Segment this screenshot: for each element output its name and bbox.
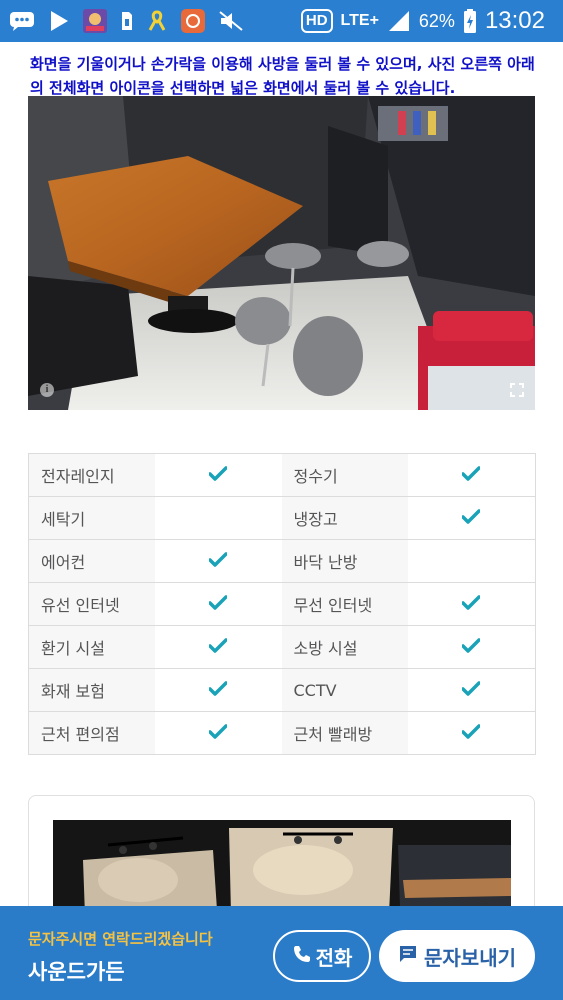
app-icon xyxy=(180,8,206,34)
checkmark-icon xyxy=(461,463,481,487)
amenity-check xyxy=(407,711,536,755)
bottom-contact-bar: 문자주시면 연락드리겠습니다 사운드가든 전화 문자보내기 xyxy=(0,906,563,1000)
business-name: 사운드가든 xyxy=(28,960,125,984)
amenity-row: 근처 편의점 근처 빨래방 xyxy=(28,711,536,755)
hd-voice-badge: HD xyxy=(300,9,333,33)
amenity-name: 근처 빨래방 xyxy=(281,711,408,755)
amenity-name: 냉장고 xyxy=(281,496,408,540)
amenity-name: 소방 시설 xyxy=(281,625,408,669)
amenity-check xyxy=(154,668,282,712)
panorama-viewer[interactable]: i xyxy=(28,96,535,410)
amenity-name: 세탁기 xyxy=(28,496,155,540)
info-icon[interactable]: i xyxy=(40,383,54,397)
amenity-row: 에어컨 바닥 난방 xyxy=(28,539,536,583)
amenity-name: 무선 인터넷 xyxy=(281,582,408,626)
network-type-label: LTE+ xyxy=(340,12,379,29)
amenity-check xyxy=(407,496,536,540)
checkmark-icon xyxy=(461,592,481,616)
amenity-name: CCTV xyxy=(281,668,408,712)
amenity-check xyxy=(407,668,536,712)
amenity-check xyxy=(407,453,536,497)
play-store-icon xyxy=(48,9,70,33)
status-bar-notifications xyxy=(8,4,244,38)
amenity-name: 화재 보험 xyxy=(28,668,155,712)
battery-charging-icon xyxy=(463,8,477,34)
amenity-row: 화재 보험 CCTV xyxy=(28,668,536,712)
sim-card-icon xyxy=(120,9,134,33)
amenity-name: 전자레인지 xyxy=(28,453,155,497)
amenity-check xyxy=(154,453,282,497)
checkmark-icon xyxy=(461,678,481,702)
amenity-name: 환기 시설 xyxy=(28,625,155,669)
panorama-instructions: 화면을 기울이거나 손가락을 이용해 사방을 둘러 볼 수 있으며, 사진 오른… xyxy=(30,55,535,97)
amenity-check xyxy=(154,496,282,540)
checkmark-icon xyxy=(461,721,481,745)
send-sms-button[interactable]: 문자보내기 xyxy=(379,930,535,982)
amenities-table: 전자레인지 정수기세탁기 냉장고에어컨 바닥 난방유선 인터넷 무선 인터넷환기 시설 소… xyxy=(28,453,536,755)
amenity-check xyxy=(407,582,536,626)
amenity-name: 바닥 난방 xyxy=(281,539,408,583)
checkmark-icon xyxy=(208,635,228,659)
game-app-icon xyxy=(82,8,108,34)
battery-percent: 62% xyxy=(418,10,455,31)
checkmark-icon xyxy=(461,506,481,530)
call-button[interactable]: 전화 xyxy=(273,930,371,982)
amenity-check xyxy=(154,711,282,755)
checkmark-icon xyxy=(208,592,228,616)
contact-subtitle: 문자주시면 연락드리겠습니다 xyxy=(28,930,213,948)
amenity-check xyxy=(407,539,536,583)
panorama-image xyxy=(28,96,535,410)
amenity-row: 세탁기 냉장고 xyxy=(28,496,536,540)
amenity-check xyxy=(407,625,536,669)
clock: 13:02 xyxy=(484,7,545,34)
checkmark-icon xyxy=(208,549,228,573)
send-sms-label: 문자보내기 xyxy=(424,945,516,970)
status-bar: HD LTE+ 62% 13:02 xyxy=(0,0,563,42)
amenity-check xyxy=(154,539,282,583)
call-button-label: 전화 xyxy=(315,945,353,970)
amenity-row: 전자레인지 정수기 xyxy=(28,453,536,497)
mute-icon xyxy=(218,10,244,32)
amenity-name: 유선 인터넷 xyxy=(28,582,155,626)
checkmark-icon xyxy=(208,721,228,745)
checkmark-icon xyxy=(461,635,481,659)
checkmark-icon xyxy=(208,678,228,702)
signal-icon xyxy=(387,9,411,33)
amenity-check xyxy=(154,625,282,669)
amenity-check xyxy=(154,582,282,626)
amenity-row: 유선 인터넷 무선 인터넷 xyxy=(28,582,536,626)
amenity-row: 환기 시설 소방 시설 xyxy=(28,625,536,669)
checkmark-icon xyxy=(208,463,228,487)
fullscreen-icon[interactable] xyxy=(509,382,525,398)
status-bar-system: HD LTE+ 62% 13:02 xyxy=(300,4,545,38)
amenity-name: 근처 편의점 xyxy=(28,711,155,755)
phone-icon xyxy=(292,944,312,969)
amenity-name: 정수기 xyxy=(281,453,408,497)
ribbon-icon xyxy=(146,9,168,33)
amenity-name: 에어컨 xyxy=(28,539,155,583)
messages-icon xyxy=(8,10,36,32)
message-icon xyxy=(398,944,418,969)
